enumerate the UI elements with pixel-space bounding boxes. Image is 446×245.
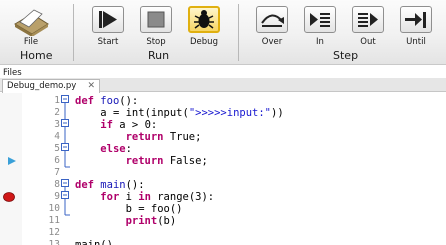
step-over-button[interactable]: Over <box>253 4 291 48</box>
toolbar-divider <box>73 4 74 61</box>
code-text: main() <box>75 239 113 245</box>
code-text: else: <box>100 143 132 155</box>
line-number: 9 <box>54 191 60 202</box>
code-text: return False; <box>125 155 208 167</box>
code-text: if a > 0: <box>100 119 158 131</box>
code-text: b = foo() <box>125 203 183 215</box>
file-tab-bar: Debug_demo.py ✕ <box>0 78 446 93</box>
code-line[interactable]: 8 def main(): <box>0 179 446 191</box>
code-editor[interactable]: 1 def foo(): 2 a = int(input(">>>>>input:"… <box>0 93 446 245</box>
code-line[interactable]: 12 <box>0 227 446 239</box>
start-button[interactable]: Start <box>89 4 127 48</box>
line-number: 4 <box>54 131 60 142</box>
until-label: Until <box>406 37 426 47</box>
folder-document-icon <box>14 9 49 36</box>
line-number: 1 <box>54 95 60 106</box>
bug-icon <box>194 10 214 29</box>
step-out-icon <box>358 13 378 27</box>
step-until-icon <box>405 12 426 28</box>
file-tab-title: Debug_demo.py <box>7 81 77 91</box>
file-button[interactable]: File <box>12 4 50 48</box>
home-group-label: Home <box>20 49 53 62</box>
debug-button[interactable]: Debug <box>185 4 223 48</box>
code-line[interactable]: 9 for i in range(3): <box>0 191 446 203</box>
files-panel-label: Files <box>3 68 22 78</box>
line-number: 2 <box>54 107 60 118</box>
code-text: return True; <box>125 131 202 143</box>
code-text: for i in range(3): <box>100 191 215 203</box>
play-icon <box>99 11 117 28</box>
step-in-button[interactable]: In <box>301 4 339 48</box>
run-group-label: Run <box>148 49 170 62</box>
line-number: 12 <box>48 227 60 238</box>
code-line[interactable]: 3 if a > 0: <box>0 119 446 131</box>
code-line[interactable]: 10 b = foo() <box>0 203 446 215</box>
debug-label: Debug <box>190 37 218 47</box>
code-line[interactable]: 2 a = int(input(">>>>>input:")) <box>0 107 446 119</box>
line-number: 5 <box>54 143 60 154</box>
code-line[interactable]: 6 return False; <box>0 155 446 167</box>
file-tab[interactable]: Debug_demo.py ✕ <box>2 79 100 93</box>
code-text: print(b) <box>125 215 177 227</box>
code-text: def foo(): <box>75 95 139 107</box>
file-label: File <box>23 37 39 47</box>
code-line[interactable]: 11 print(b) <box>0 215 446 227</box>
line-number: 13 <box>48 239 60 245</box>
line-number: 10 <box>48 203 60 214</box>
step-out-button[interactable]: Out <box>349 4 387 48</box>
line-number: 7 <box>54 167 60 178</box>
stop-icon <box>147 11 165 28</box>
code-text: a = int(input(">>>>>input:")) <box>100 107 284 119</box>
toolbar-divider <box>238 4 239 61</box>
toolbar: File Home Start Stop Debug Run Over In O… <box>0 0 446 65</box>
step-until-button[interactable]: Until <box>397 4 435 48</box>
code-line[interactable]: 4 return True; <box>0 131 446 143</box>
step-in-icon <box>310 13 330 27</box>
line-number: 8 <box>54 179 60 190</box>
line-number: 6 <box>54 155 60 166</box>
code-line[interactable]: 7 <box>0 167 446 179</box>
line-number: 11 <box>48 215 60 226</box>
code-line[interactable]: 13 main() <box>0 239 446 245</box>
code-text: def main(): <box>75 179 145 191</box>
code-line[interactable]: 1 def foo(): <box>0 95 446 107</box>
close-icon[interactable]: ✕ <box>87 80 95 92</box>
step-over-icon <box>261 14 284 27</box>
line-number: 3 <box>54 119 60 130</box>
stop-button[interactable]: Stop <box>137 4 175 48</box>
code-line[interactable]: 5 else: <box>0 143 446 155</box>
step-group-label: Step <box>333 49 359 62</box>
